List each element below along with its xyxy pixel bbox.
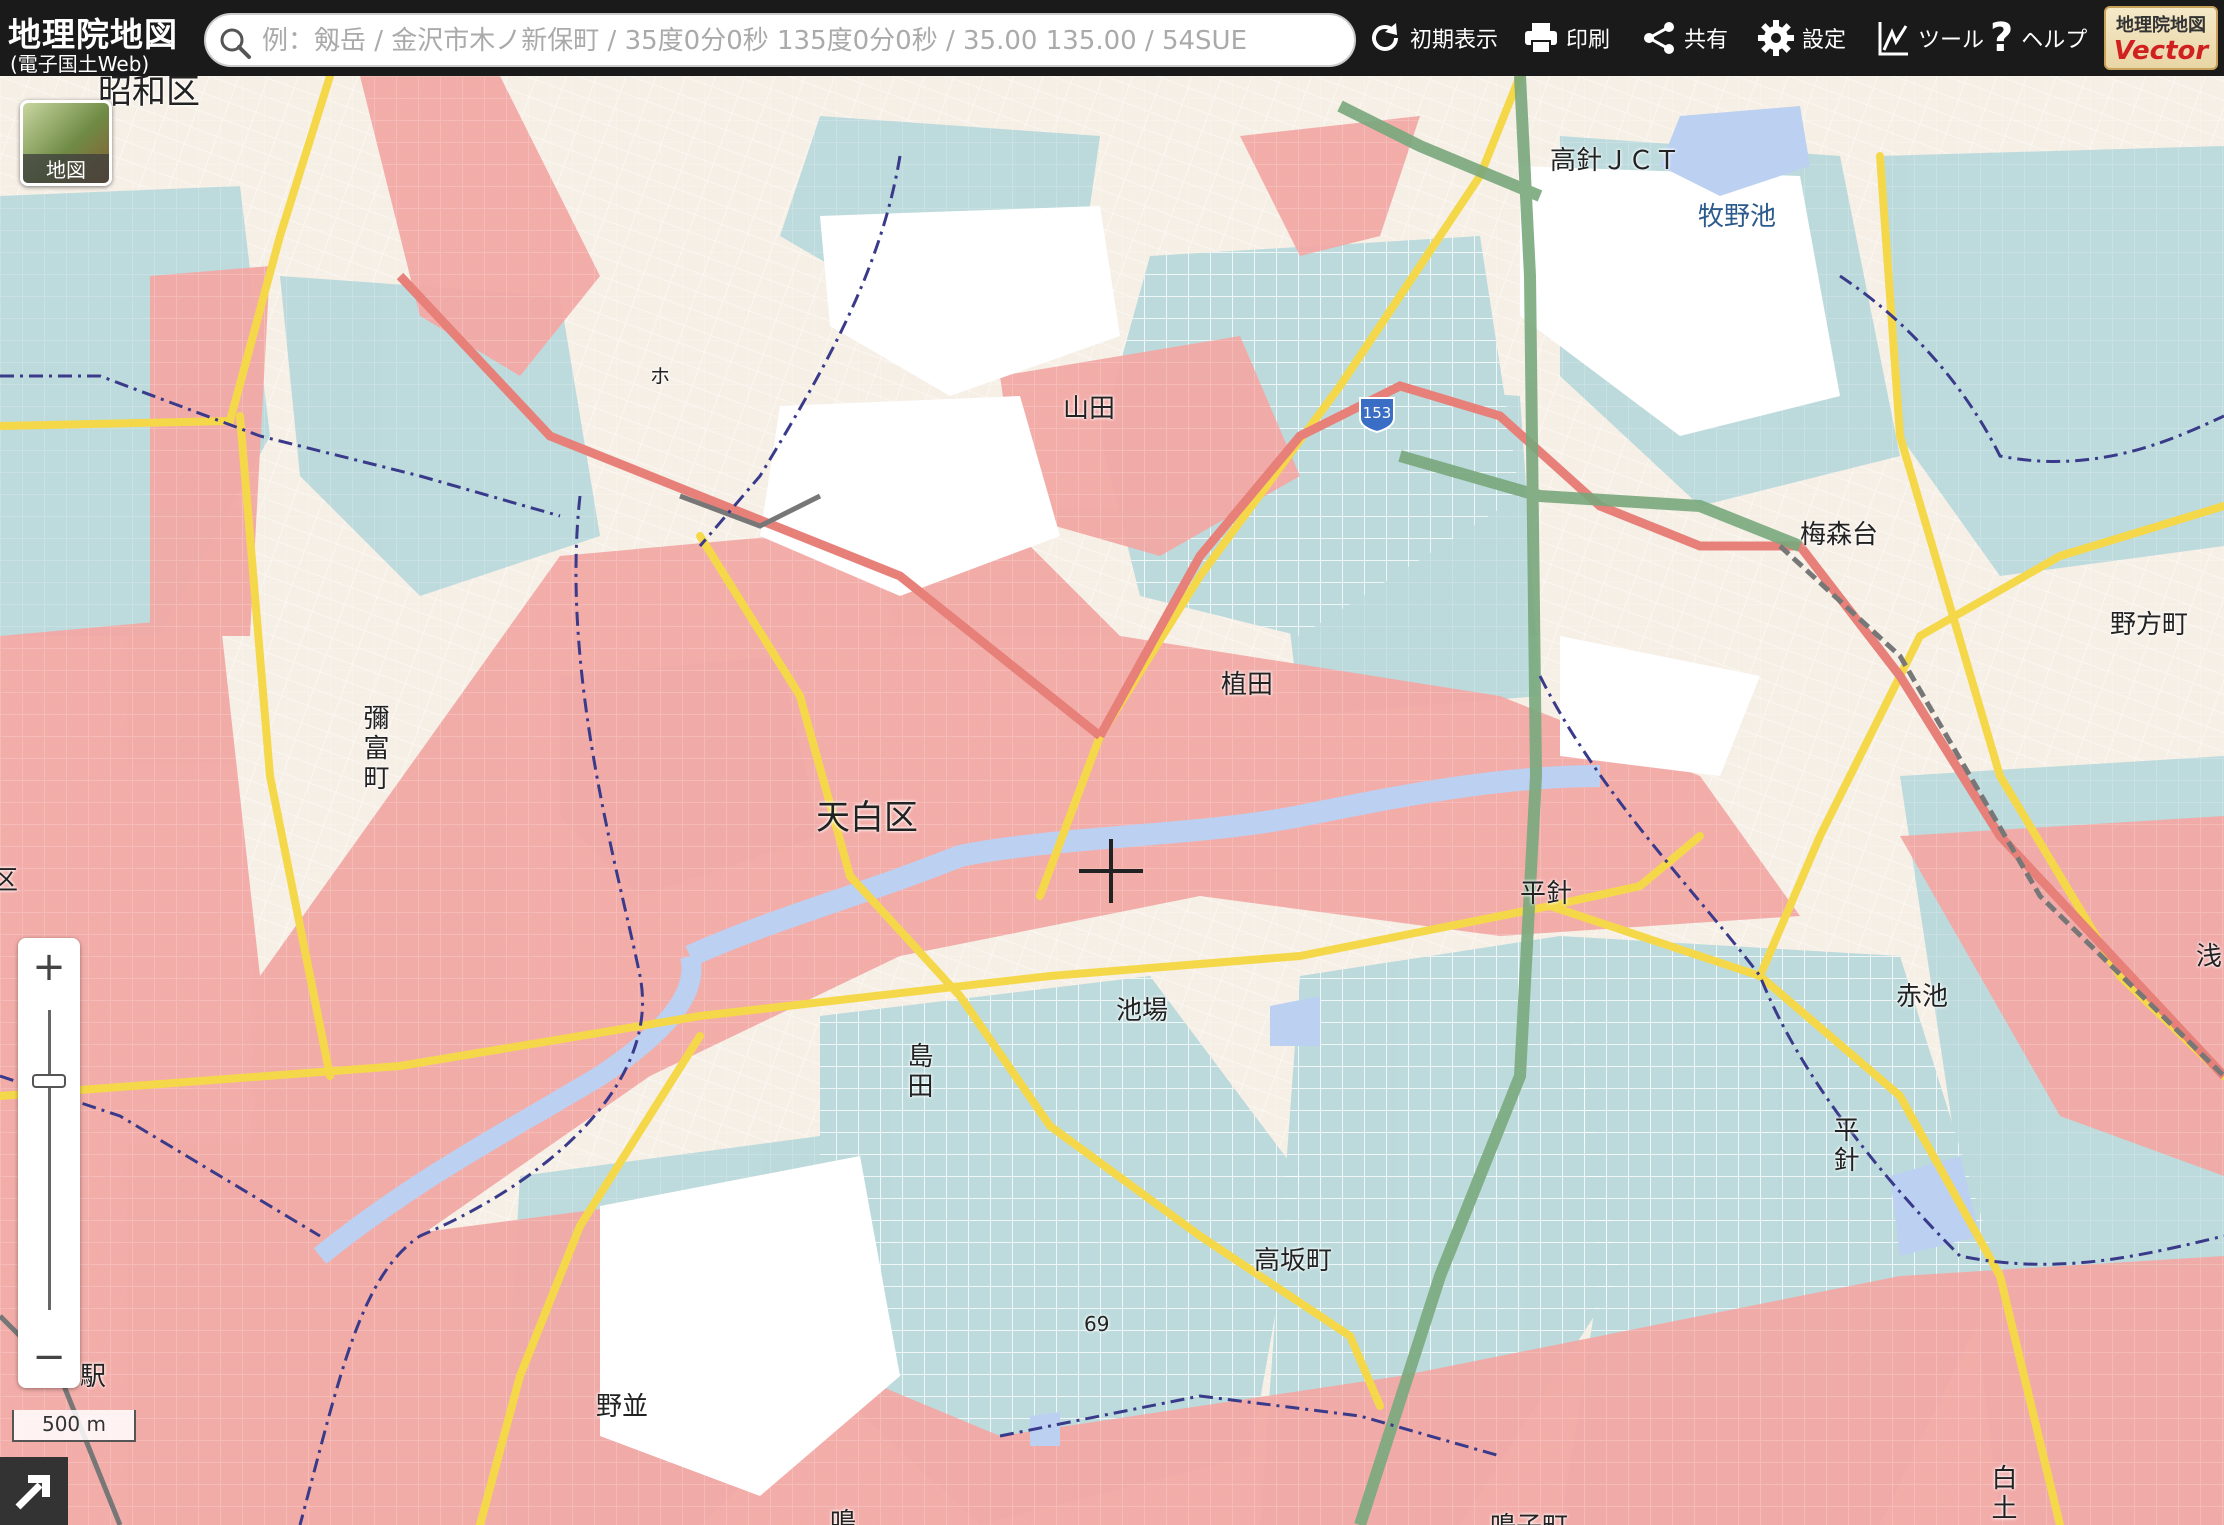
zoom-slider-track[interactable] — [48, 1010, 51, 1310]
zoom-out-button[interactable]: − — [18, 1328, 80, 1386]
top-toolbar: 地理院地図 (電子国土Web) 初期表示 印刷 共有 設定 ツール ? ヘルプ … — [0, 0, 2224, 76]
label-nokata: 野方町 — [2110, 610, 2189, 640]
search-icon — [220, 28, 251, 59]
gear-icon — [1758, 20, 1794, 56]
reset-view-label: 初期表示 — [1410, 28, 1499, 53]
label-station: 駅 — [80, 1362, 107, 1392]
map-canvas[interactable]: 昭和区 天白区 山田 植田 平針 平針 池場 島田 彌富町 高坂町 野並 梅森台… — [0, 76, 2224, 1525]
label-shimada: 島田 — [903, 1042, 933, 1102]
label-hirabari: 平針 — [1520, 879, 1573, 909]
reset-view-button[interactable]: 初期表示 — [1366, 10, 1498, 66]
label-hirabari-south: 平針 — [1829, 1116, 1859, 1176]
vector-mode-badge[interactable]: 地理院地図 Vector — [2104, 6, 2218, 70]
label-ward-left: 区 — [0, 866, 19, 896]
route-number: 153 — [1363, 404, 1392, 422]
label-umemoridai: 梅森台 — [1800, 520, 1879, 550]
route-shield-icon: 153 — [1359, 397, 1395, 434]
label-makino-pond: 牧野池 — [1698, 202, 1777, 232]
label-naru: 鳴 — [830, 1508, 857, 1525]
map-tiles — [0, 76, 2224, 1525]
label-post: ホ — [650, 364, 670, 388]
expand-arrow-icon — [15, 1475, 50, 1510]
label-ikeba: 池場 — [1116, 996, 1169, 1026]
tools-button[interactable]: ツール — [1874, 10, 1984, 66]
settings-label: 設定 — [1802, 28, 1847, 53]
label-tenpaku-ward: 天白区 — [816, 798, 918, 838]
tools-icon — [1878, 22, 1908, 56]
zoom-in-button[interactable]: + — [18, 938, 80, 996]
label-showa-ward: 昭和区 — [98, 76, 200, 112]
expand-panel-button[interactable] — [0, 1457, 68, 1525]
help-button[interactable]: ? ヘルプ — [1990, 10, 2087, 66]
search-box — [204, 13, 1356, 67]
vector-badge-top: 地理院地図 — [2116, 15, 2206, 36]
label-yatomi: 彌富町 — [359, 704, 389, 794]
label-takabari-jct: 高針ＪＣＴ — [1550, 146, 1681, 176]
label-shirotsuchi: 白土 — [1987, 1464, 2017, 1524]
share-label: 共有 — [1684, 28, 1729, 53]
crosshair-icon — [1079, 839, 1143, 903]
zoom-control: + − — [18, 938, 80, 1388]
label-naruko: 鳴子町 — [1490, 1506, 1568, 1525]
label-akaike: 赤池 — [1896, 982, 1949, 1012]
label-ueda: 植田 — [1221, 670, 1274, 700]
logo-subtitle: (電子国土Web) — [10, 52, 150, 76]
search-input[interactable] — [260, 19, 1344, 63]
share-icon — [1644, 22, 1674, 54]
refresh-icon — [1372, 23, 1398, 51]
label-yamada: 山田 — [1063, 394, 1116, 424]
layer-label: 地図 — [23, 154, 109, 183]
share-button[interactable]: 共有 — [1640, 10, 1728, 66]
tools-label: ツール — [1918, 28, 1985, 53]
print-button[interactable]: 印刷 — [1522, 10, 1610, 66]
help-label: ヘルプ — [2021, 28, 2088, 53]
scale-bar: 500 m — [12, 1410, 136, 1442]
vector-badge-bottom: Vector — [2113, 36, 2209, 66]
layer-selector-button[interactable]: 地図 — [20, 100, 112, 186]
app-logo[interactable]: 地理院地図 (電子国土Web) — [8, 6, 188, 76]
label-asa: 浅 — [2196, 942, 2223, 972]
settings-button[interactable]: 設定 — [1756, 10, 1846, 66]
label-nonami: 野並 — [596, 1392, 649, 1422]
zoom-slider-handle[interactable] — [32, 1074, 66, 1088]
label-elevation: 69 — [1084, 1312, 1110, 1336]
label-takasaka: 高坂町 — [1254, 1246, 1333, 1276]
print-label: 印刷 — [1566, 28, 1611, 53]
printer-icon — [1525, 23, 1557, 54]
help-icon: ? — [1990, 15, 2014, 61]
